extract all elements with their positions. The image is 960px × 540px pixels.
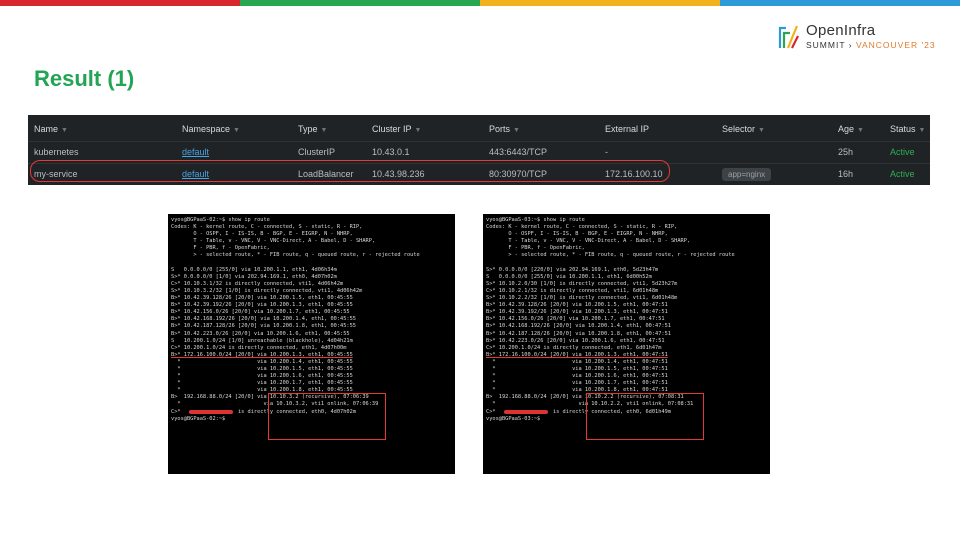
header-label: External IP: [605, 124, 650, 134]
terminal-line: S>* 0.0.0.0/0 [1/0] via 202.94.169.1, et…: [171, 273, 337, 280]
cell-age: 16h: [838, 169, 854, 179]
terminal-line: S>* 10.10.3.2/32 [1/0] is directly conne…: [171, 287, 363, 294]
terminal-line: F - PBR, f - OpenFabric,: [486, 245, 585, 252]
header-type[interactable]: Type ▼: [298, 119, 327, 141]
header-label: Cluster IP: [372, 124, 412, 134]
terminal-line: * via 10.200.1.4, eth1, 00:45:55: [171, 358, 353, 365]
terminal-line: > - selected route, * - FIB route, q - q…: [171, 252, 420, 259]
terminal-line: B>* 10.42.39.192/26 [20/0] via 10.200.1.…: [171, 302, 353, 309]
accent-stripe: [0, 0, 960, 6]
terminal-line: * via 10.200.1.5, eth1, 00:47:51: [486, 365, 668, 372]
terminal-line: * via 10.200.1.7, eth1, 00:47:51: [486, 380, 668, 387]
header-label: Name: [34, 124, 59, 134]
header-label: Status: [890, 124, 916, 134]
terminal-line: O - OSPF, I - IS-IS, B - BGP, E - EIGRP,…: [171, 231, 353, 238]
terminal-line: Codes: K - kernel route, C - connected, …: [171, 224, 363, 231]
sort-caret-icon: ▼: [513, 127, 520, 134]
terminal-line: B>* 10.42.168.192/26 [20/0] via 10.200.1…: [486, 323, 671, 330]
terminal-line: S>* 0.0.0.0/0 [220/0] via 202.94.169.1, …: [486, 266, 659, 273]
terminal-line: B>* 10.42.156.0/26 [20/0] via 10.200.1.7…: [171, 309, 350, 316]
terminal-line: S 10.200.1.0/24 [1/0] unreachable (black…: [171, 337, 353, 344]
header-ports[interactable]: Ports ▼: [489, 119, 520, 141]
status-badge: Active: [890, 147, 915, 157]
terminal-line: B>* 10.42.223.0/26 [20/0] via 10.200.1.6…: [486, 337, 665, 344]
header-label: Ports: [489, 124, 511, 134]
header-name[interactable]: Name ▼: [34, 119, 68, 141]
terminal-line: > - selected route, * - FIB route, q - q…: [486, 252, 735, 259]
terminal-line: S 0.0.0.0/0 [255/0] via 10.200.1.1, eth1…: [171, 266, 337, 273]
logo-summit: SUMMIT: [806, 40, 846, 50]
terminal-line: B>* 10.42.187.128/26 [20/0] via 10.200.1…: [171, 323, 356, 330]
table-header-row: Name ▼ Namespace ▼ Type ▼ Cluster IP ▼ Ports…: [28, 119, 930, 140]
openinfra-logo: OpenInfra SUMMIT › VANCOUVER '23: [778, 22, 948, 54]
terminal-line: B>* 10.42.39.128/26 [20/0] via 10.200.1.…: [171, 295, 353, 302]
sort-caret-icon: ▼: [758, 127, 765, 134]
sort-caret-icon: ▼: [61, 127, 68, 134]
header-selector[interactable]: Selector ▼: [722, 119, 765, 141]
sort-caret-icon: ▼: [320, 127, 328, 134]
header-namespace[interactable]: Namespace ▼: [182, 119, 240, 141]
terminal-line: B>* 10.42.168.192/26 [20/0] via 10.200.1…: [171, 316, 356, 323]
header-cluster-ip[interactable]: Cluster IP ▼: [372, 119, 421, 141]
header-label: Namespace: [182, 124, 231, 134]
terminal-line: C>* 10.200.1.0/24 is directly connected,…: [486, 344, 662, 351]
header-label: Type: [298, 124, 318, 134]
selector-chip: app=nginx: [722, 168, 772, 181]
logo-vancouver: VANCOUVER '23: [855, 40, 936, 50]
openinfra-logo-icon: [778, 25, 799, 49]
sort-caret-icon: ▼: [918, 127, 926, 134]
terminal-line: B>* 172.16.100.0/24 [20/0] via 10.200.1.…: [171, 351, 353, 358]
terminal-line: C>* 10.200.1.0/24 is directly connected,…: [171, 344, 347, 351]
terminal-line: * via 10.200.1.6, eth1, 00:47:51: [486, 373, 668, 380]
stripe-green: [240, 0, 480, 6]
logo-title: OpenInfra: [806, 22, 876, 39]
terminal-line: S 0.0.0.0/0 [255/0] via 10.200.1.1, eth1…: [486, 273, 652, 280]
logo-subtitle: SUMMIT › VANCOUVER '23: [806, 40, 936, 50]
terminal-line: C>* 10.10.3.1/32 is directly connected, …: [171, 280, 344, 287]
terminal-line: vyos@BGPaaS-02:~$ show ip route: [171, 217, 270, 223]
terminal-line: B>* 10.42.223.0/26 [20/0] via 10.200.1.6…: [171, 330, 350, 337]
terminal-line: S>* 10.10.2.2/32 [1/0] is directly conne…: [486, 295, 678, 302]
sort-caret-icon: ▼: [233, 127, 240, 134]
route-highlight-box: [586, 393, 704, 440]
header-label: Age: [838, 124, 855, 134]
sort-caret-icon: ▼: [857, 127, 864, 134]
terminal-line: * via 10.200.1.6, eth1, 00:45:55: [171, 373, 353, 380]
redacted-ip-mark: [189, 409, 233, 414]
header-status[interactable]: Status ▼: [890, 119, 925, 141]
terminal-line: * via 10.200.1.5, eth1, 00:45:55: [171, 365, 353, 372]
stripe-blue: [720, 0, 960, 6]
cell-age: 25h: [838, 147, 854, 157]
terminal-line: Codes: K - kernel route, C - connected, …: [486, 224, 678, 231]
terminal-line: * via 10.200.1.7, eth1, 00:45:55: [171, 380, 353, 387]
terminal-line: T - Table, v - VNC, V - VNC-Direct, A - …: [486, 238, 691, 245]
header-age[interactable]: Age ▼: [838, 119, 864, 141]
header-external-ip[interactable]: External IP: [605, 119, 649, 140]
redacted-ip-mark: [504, 409, 548, 414]
route-highlight-box: [268, 393, 386, 440]
terminal-line: B>* 10.42.187.128/26 [20/0] via 10.200.1…: [486, 330, 671, 337]
stripe-yellow: [480, 0, 720, 6]
header-label: Selector: [722, 124, 756, 134]
terminal-line: vyos@BGPaaS-03:~$ show ip route: [486, 217, 585, 223]
terminal-line: B>* 10.42.39.192/26 [20/0] via 10.200.1.…: [486, 309, 668, 316]
terminal-line: O - OSPF, I - IS-IS, B - BGP, E - EIGRP,…: [486, 231, 668, 238]
terminal-line: C>* 10.10.2.1/32 is directly connected, …: [486, 287, 659, 294]
sort-caret-icon: ▼: [414, 127, 422, 134]
terminal-line: * via 10.200.1.4, eth1, 00:47:51: [486, 358, 668, 365]
terminal-line: S>* 10.10.2.0/30 [1/0] is directly conne…: [486, 280, 678, 287]
terminal-line: B>* 10.42.39.128/26 [20/0] via 10.200.1.…: [486, 302, 668, 309]
stripe-red: [0, 0, 240, 6]
highlight-outline: [30, 160, 670, 182]
status-badge: Active: [890, 169, 915, 179]
terminal-line: T - Table, v - VNC, V - VNC-Direct, A - …: [171, 238, 376, 245]
terminal-line: B>* 10.42.156.0/26 [20/0] via 10.200.1.7…: [486, 316, 665, 323]
terminal-line: F - PBR, f - OpenFabric,: [171, 245, 270, 252]
terminal-line: B>* 172.16.100.0/24 [20/0] via 10.200.1.…: [486, 351, 668, 358]
slide-title: Result (1): [34, 66, 135, 91]
cell-selector: app=nginx: [722, 164, 772, 185]
